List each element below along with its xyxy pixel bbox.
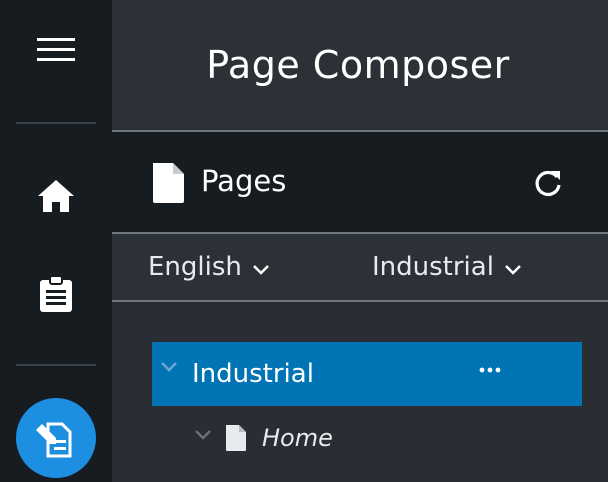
main-panel: Page Composer Pages English Industrial I…	[112, 0, 608, 482]
more-options-button[interactable]	[476, 356, 504, 384]
tree-row-home[interactable]: Home	[192, 420, 572, 460]
language-select[interactable]: English	[148, 252, 270, 282]
page-edit-icon	[36, 422, 72, 458]
site-value: Industrial	[372, 252, 494, 282]
rail-divider	[16, 122, 96, 124]
app-root: Page Composer Pages English Industrial I…	[0, 0, 608, 482]
left-rail	[0, 0, 112, 482]
tree-row-industrial[interactable]: Industrial	[152, 342, 582, 406]
chevron-down-icon[interactable]	[194, 428, 212, 441]
app-title: Page Composer	[206, 43, 510, 87]
page-icon	[153, 163, 184, 203]
page-composer-button[interactable]	[16, 398, 96, 478]
chevron-down-icon	[505, 265, 521, 275]
tree-row-label: Industrial	[192, 359, 314, 389]
panel-header: Page Composer	[112, 0, 608, 130]
home-button[interactable]	[36, 176, 76, 216]
site-select[interactable]: Industrial	[372, 252, 522, 282]
more-icon	[479, 367, 501, 373]
clipboard-icon	[40, 275, 72, 312]
pages-title: Pages	[201, 164, 287, 198]
menu-button[interactable]	[36, 32, 76, 68]
clipboard-button[interactable]	[36, 273, 76, 315]
page-icon	[226, 425, 246, 451]
refresh-icon	[535, 170, 561, 197]
pages-toolbar: Pages	[112, 132, 608, 232]
refresh-button[interactable]	[530, 166, 566, 200]
home-icon	[38, 180, 74, 212]
menu-icon	[37, 38, 75, 61]
page-tree: Industrial Home	[112, 302, 608, 482]
chevron-down-icon[interactable]	[160, 360, 178, 374]
chevron-down-icon	[253, 265, 269, 275]
rail-divider	[16, 364, 96, 366]
language-value: English	[148, 252, 242, 282]
tree-row-label: Home	[262, 424, 333, 452]
filter-bar: English Industrial	[112, 234, 608, 300]
